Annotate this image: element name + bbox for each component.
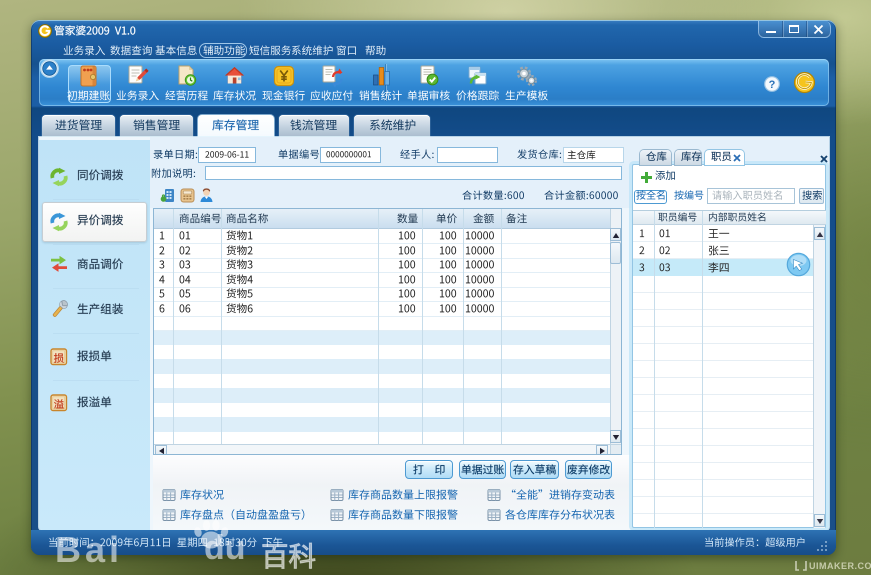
svg-text:?: ? xyxy=(769,79,776,91)
